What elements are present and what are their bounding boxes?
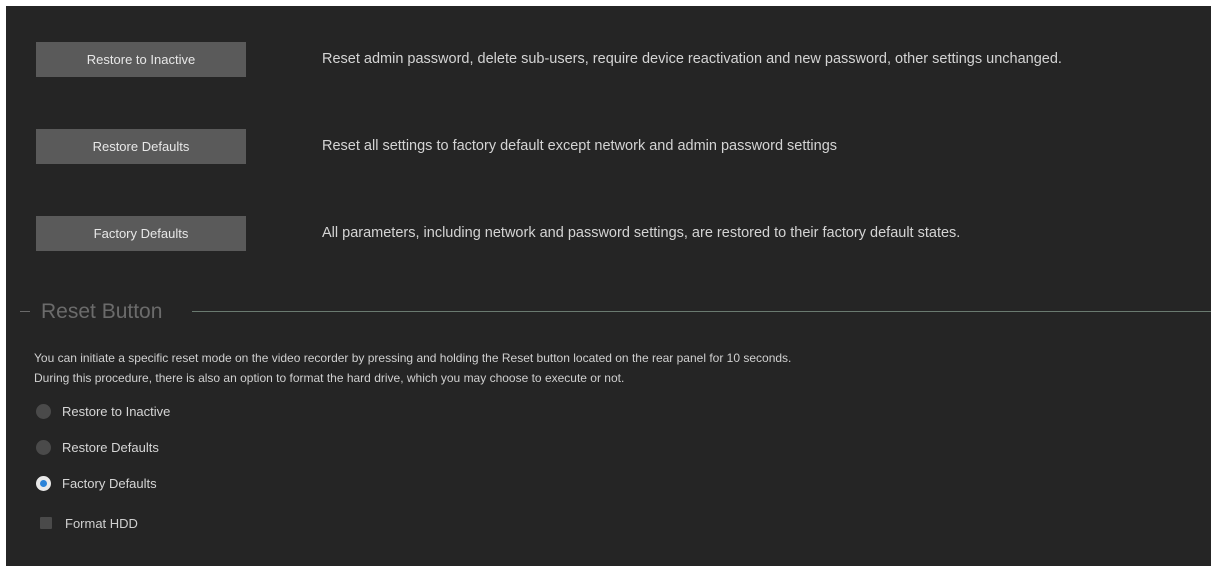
reset-settings-panel: Restore to Inactive Reset admin password… [6, 6, 1211, 566]
restore-to-inactive-description: Reset admin password, delete sub-users, … [322, 51, 1062, 67]
radio-label: Restore to Inactive [62, 404, 171, 419]
factory-defaults-row: Factory Defaults All parameters, includi… [6, 216, 1211, 252]
radio-unselected-icon[interactable] [36, 404, 51, 419]
radio-selected-icon[interactable] [36, 476, 51, 491]
reset-info-line-2: During this procedure, there is also an … [34, 371, 625, 385]
radio-label: Restore Defaults [62, 440, 159, 455]
restore-to-inactive-button[interactable]: Restore to Inactive [36, 42, 246, 77]
restore-defaults-button[interactable]: Restore Defaults [36, 129, 246, 164]
reset-info-line-1: You can initiate a specific reset mode o… [34, 351, 792, 365]
checkbox-unchecked-icon[interactable] [40, 517, 52, 529]
restore-defaults-description: Reset all settings to factory default ex… [322, 138, 838, 154]
collapse-dash-icon[interactable] [20, 311, 30, 312]
restore-defaults-row: Restore Defaults Reset all settings to f… [6, 129, 1211, 165]
radio-unselected-icon[interactable] [36, 440, 51, 455]
factory-defaults-description: All parameters, including network and pa… [322, 225, 961, 241]
radio-dot-icon [40, 480, 47, 487]
radio-label: Factory Defaults [62, 476, 157, 491]
section-divider [192, 311, 1211, 312]
section-title: Reset Button [41, 300, 163, 323]
factory-defaults-button[interactable]: Factory Defaults [36, 216, 246, 251]
reset-button-section-header: Reset Button [6, 299, 1211, 325]
restore-to-inactive-row: Restore to Inactive Reset admin password… [6, 42, 1211, 78]
format-hdd-label: Format HDD [65, 516, 138, 531]
